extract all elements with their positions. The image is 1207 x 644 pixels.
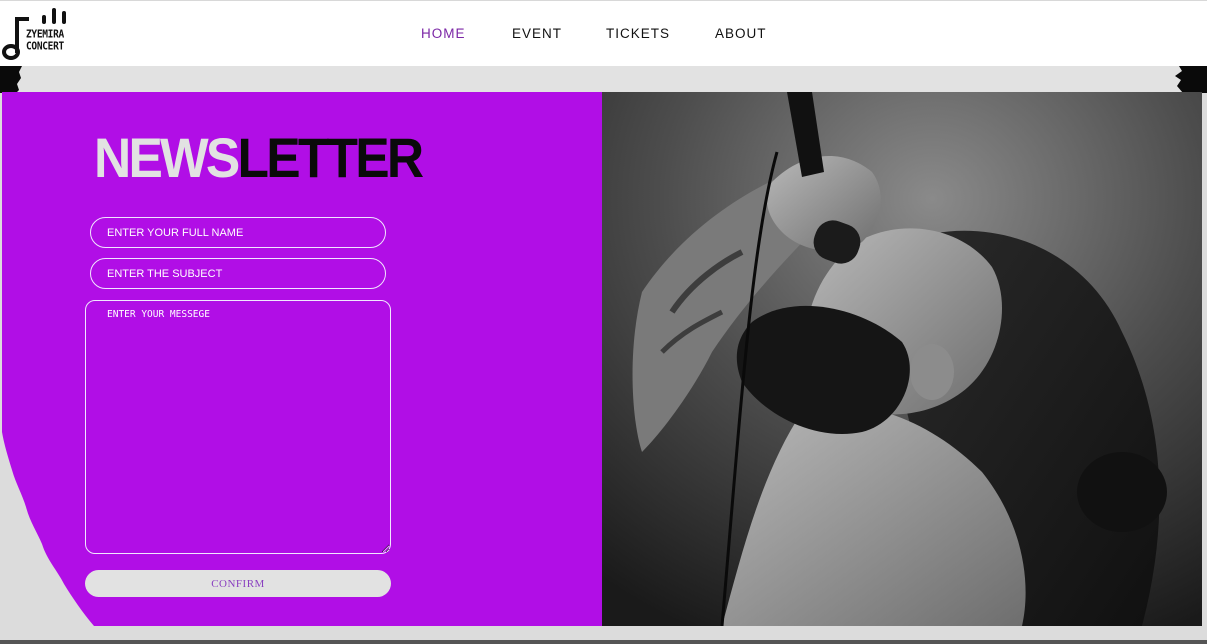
torn-paper-strip [0, 66, 1207, 93]
singer-photo-image [602, 92, 1202, 626]
torn-edge-right [1175, 66, 1207, 93]
page-bottom-edge [0, 640, 1207, 644]
torn-edge-left [0, 66, 22, 93]
nav-home[interactable]: HOME [421, 26, 466, 41]
site-header: ZYEMIRA CONCERT HOME EVENT TICKETS ABOUT [0, 0, 1207, 66]
subject-input[interactable] [90, 258, 386, 289]
confirm-button[interactable]: CONFIRM [85, 570, 391, 597]
full-name-input[interactable] [90, 217, 386, 248]
singer-photo [602, 92, 1202, 626]
nav-event[interactable]: EVENT [512, 26, 562, 41]
newsletter-title-news: NEWS [94, 126, 240, 189]
main-nav: HOME EVENT TICKETS ABOUT [0, 26, 1207, 46]
nav-about[interactable]: ABOUT [715, 26, 767, 41]
newsletter-title: NEWSLETTER [94, 126, 425, 189]
nav-tickets[interactable]: TICKETS [606, 26, 670, 41]
message-textarea[interactable] [85, 300, 391, 554]
newsletter-title-letter: LETTER [237, 126, 425, 189]
